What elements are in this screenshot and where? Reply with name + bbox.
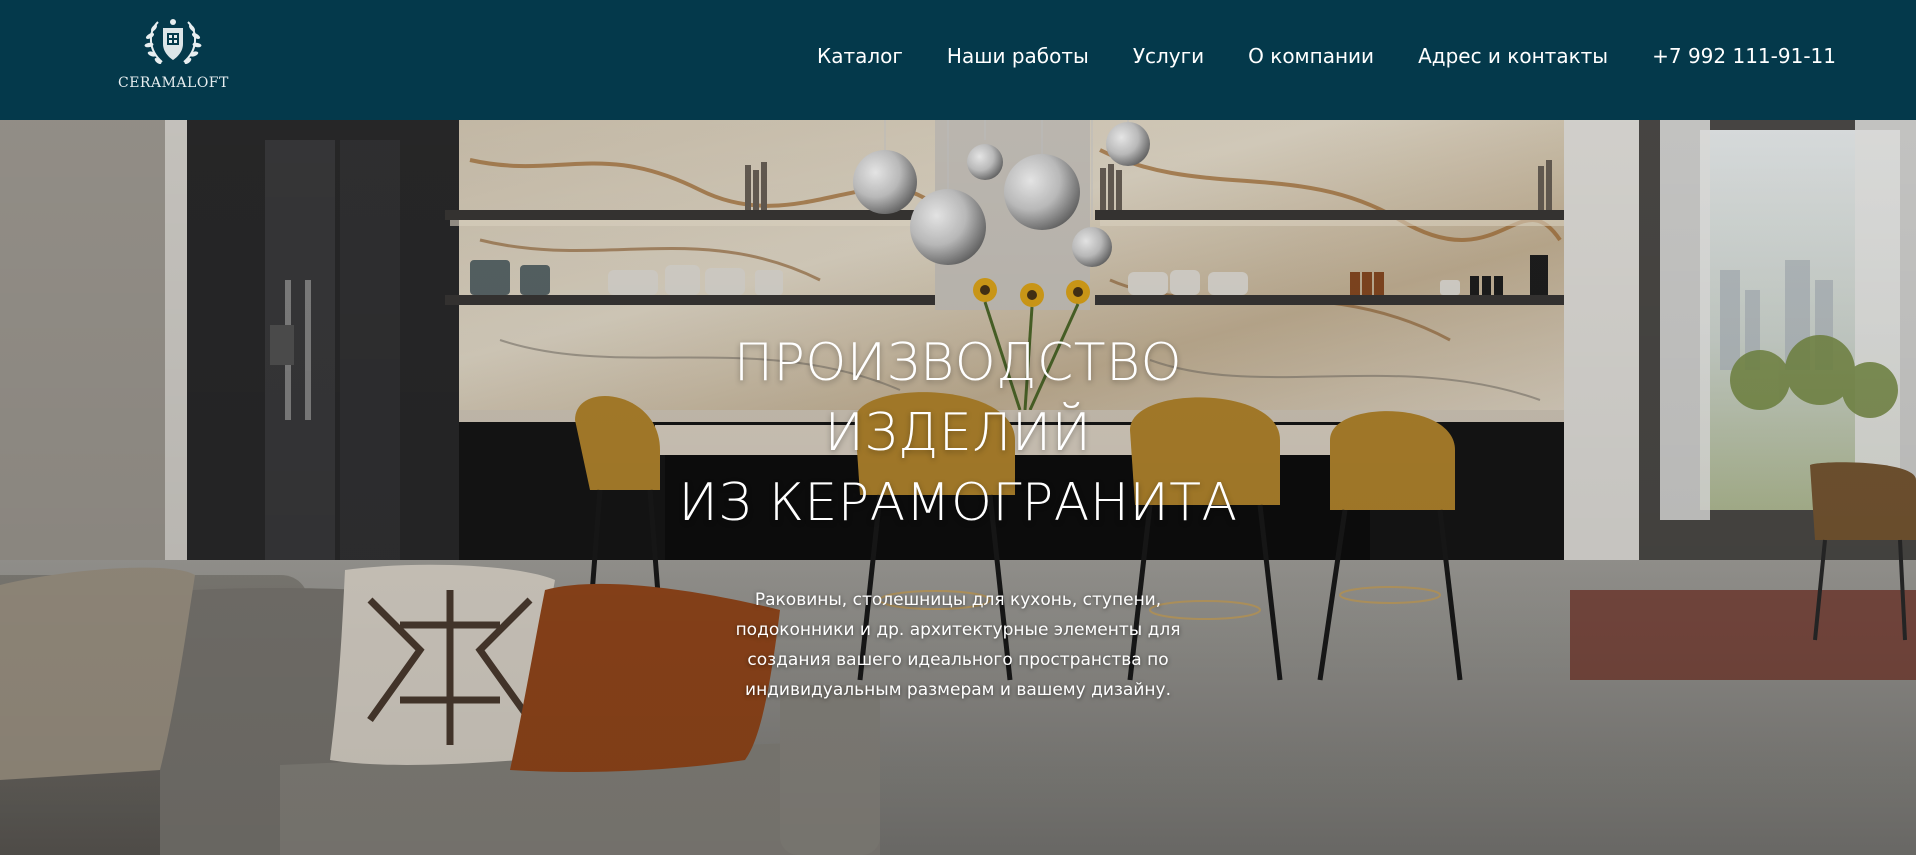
- hero-title-line: ПРОИЗВОДСТВО: [733, 333, 1183, 393]
- nav-services[interactable]: Услуги: [1133, 44, 1204, 68]
- hero-subtitle-line: создания вашего идеального пространства …: [747, 650, 1169, 670]
- nav-catalog[interactable]: Каталог: [817, 44, 903, 68]
- phone-link[interactable]: +7 992 111-91-11: [1652, 44, 1836, 68]
- site-header: CERAMALOFT Каталог Наши работы Услуги О …: [0, 0, 1916, 120]
- logo[interactable]: CERAMALOFT: [118, 14, 228, 98]
- hero-title: ПРОИЗВОДСТВО ИЗДЕЛИЙ ИЗ КЕРАМОГРАНИТА: [0, 328, 1916, 538]
- nav-contacts[interactable]: Адрес и контакты: [1418, 44, 1608, 68]
- hero-subtitle-line: подоконники и др. архитектурные элементы…: [735, 620, 1181, 640]
- hero-subtitle-line: Раковины, столешницы для кухонь, ступени…: [754, 590, 1162, 610]
- hero-section: ПРОИЗВОДСТВО ИЗДЕЛИЙ ИЗ КЕРАМОГРАНИТА Ра…: [0, 120, 1916, 855]
- main-nav: Каталог Наши работы Услуги О компании Ад…: [773, 44, 1836, 68]
- hero-title-line: ИЗДЕЛИЙ: [824, 403, 1092, 463]
- hero-subtitle: Раковины, столешницы для кухонь, ступени…: [0, 585, 1916, 705]
- logo-text: CERAMALOFT: [118, 75, 229, 91]
- hero-subtitle-line: индивидуальным размерам и вашему дизайну…: [745, 680, 1171, 700]
- nav-our-works[interactable]: Наши работы: [947, 44, 1089, 68]
- nav-about[interactable]: О компании: [1248, 44, 1374, 68]
- hero-title-line: ИЗ КЕРАМОГРАНИТА: [678, 473, 1238, 533]
- laurel-wreath-crest-icon: [144, 19, 202, 64]
